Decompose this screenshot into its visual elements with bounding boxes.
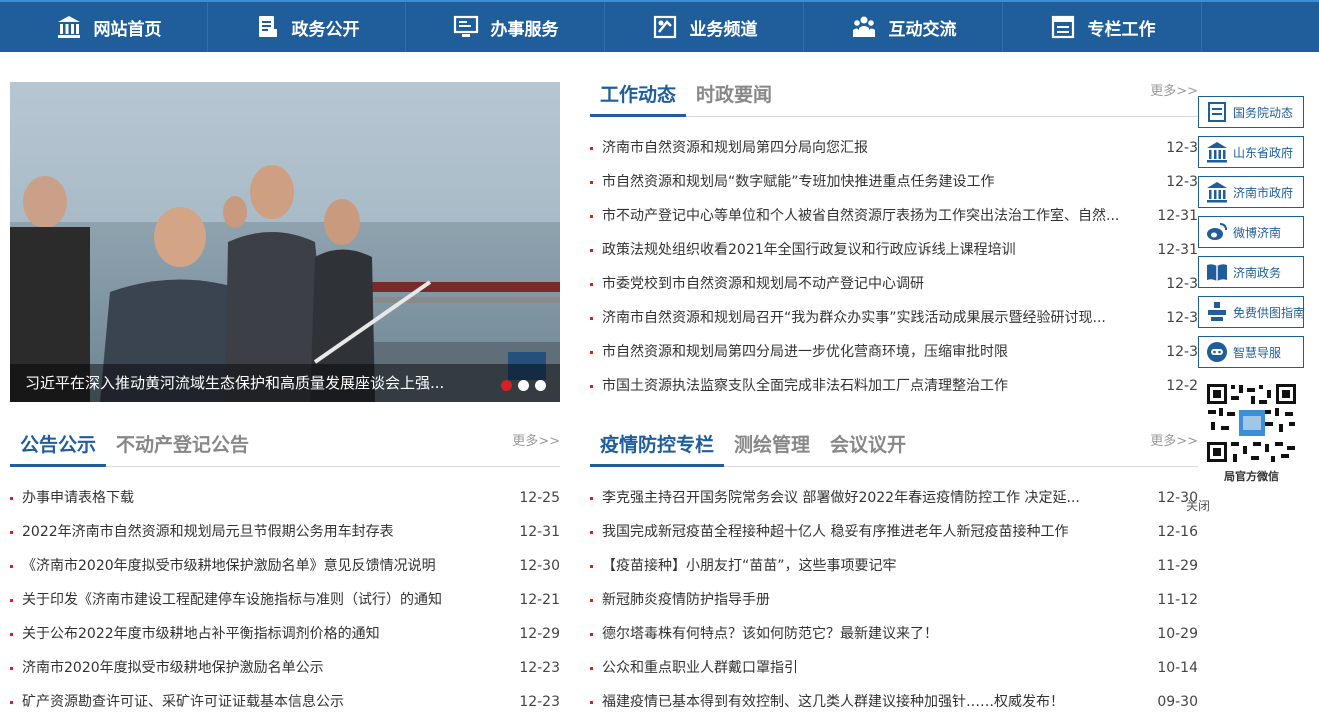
slider-photo: [10, 82, 560, 402]
epidemic-list: 李克强主持召开国务院常务会议 部署做好2022年春运疫情防控工作 决定延... 1…: [590, 481, 1198, 719]
list-item[interactable]: 关于公布2022年度市级耕地占补平衡指标调剂价格的通知 12-29: [10, 617, 560, 651]
more-link[interactable]: 更多>>: [512, 432, 560, 452]
tab-surveying[interactable]: 测绘管理: [734, 432, 810, 464]
list-item[interactable]: 办事申请表格下载 12-25: [10, 481, 560, 515]
list-item[interactable]: 我国完成新冠疫苗全程接种超十亿人 稳妥有序推进老年人新冠疫苗接种工作 12-16: [590, 515, 1198, 549]
list-item[interactable]: 《济南市2020年度拟受市级耕地保护激励名单》意见反馈情况说明 12-30: [10, 549, 560, 583]
nav-label: 业务频道: [689, 19, 758, 40]
more-link[interactable]: 更多>>: [1150, 82, 1198, 102]
list-item[interactable]: 矿产资源勘查许可证、采矿许可证证载基本信息公示 12-23: [10, 685, 560, 719]
epidemic-tabs: 疫情防控专栏 测绘管理 会议议开 更多>>: [590, 432, 1198, 467]
float-link-jinan-gov[interactable]: 济南市政府: [1198, 176, 1304, 208]
nav-label: 专栏工作: [1087, 19, 1156, 40]
float-link-state-council[interactable]: 国务院动态: [1198, 96, 1304, 128]
slider-dots: [501, 380, 546, 391]
slider-dot[interactable]: [535, 380, 546, 391]
document-icon: [254, 14, 280, 40]
float-link-smart-guide[interactable]: 智慧导服: [1198, 336, 1304, 368]
close-float-button[interactable]: 关闭: [1186, 497, 1210, 514]
slider-dot[interactable]: [501, 380, 512, 391]
notice-tabs: 公告公示 不动产登记公告 更多>>: [10, 432, 560, 467]
qr-label: 局官方微信: [1224, 470, 1279, 483]
more-link[interactable]: 更多>>: [1150, 432, 1198, 452]
map-guide-icon: [1205, 300, 1229, 324]
nav-label: 网站首页: [93, 19, 162, 40]
list-item[interactable]: 市委党校到市自然资源和规划局不动产登记中心调研 12-3: [590, 267, 1198, 301]
nav-item-interaction[interactable]: 互动交流: [805, 2, 1003, 52]
channel-icon: [652, 14, 678, 40]
list-item[interactable]: 关于印发《济南市建设工程配建停车设施指标与准则（试行）的通知 12-21: [10, 583, 560, 617]
slider-dot[interactable]: [518, 380, 529, 391]
nav-label: 办事服务: [490, 19, 559, 40]
building-icon: [56, 14, 82, 40]
news-list: 济南市自然资源和规划局第四分局向您汇报 12-3 市自然资源和规划局“数字赋能”专…: [590, 131, 1198, 403]
tab-notices[interactable]: 公告公示: [10, 432, 107, 467]
nav-item-gov-affairs[interactable]: 政务公开: [208, 2, 406, 52]
nav-item-channels[interactable]: 业务频道: [606, 2, 804, 52]
main-nav: 网站首页 政务公开 办事服务 业务频道 互动交流 专栏工作: [0, 0, 1319, 52]
list-item[interactable]: 市国土资源执法监察支队全面完成非法石料加工厂点清理整治工作 12-2: [590, 369, 1198, 403]
column-icon: [1050, 14, 1076, 40]
tab-work-news[interactable]: 工作动态: [590, 82, 687, 117]
slider-caption[interactable]: 习近平在深入推动黄河流域生态保护和高质量发展座谈会上强...: [10, 364, 560, 402]
list-item[interactable]: 公众和重点职业人群戴口罩指引 10-14: [590, 651, 1198, 685]
floating-links: 国务院动态 山东省政府 济南市政府 微博济南 济南政务 免费供图指南 智慧导服: [1198, 96, 1306, 376]
notice-list: 办事申请表格下载 12-25 2022年济南市自然资源和规划局元旦节假期公务用车封…: [10, 481, 560, 719]
robot-icon: [1205, 340, 1229, 364]
list-item[interactable]: 福建疫情已基本得到有效控制、这几类人群建议接种加强针……权威发布！ 09-30: [590, 685, 1198, 719]
list-item[interactable]: 市不动产登记中心等单位和个人被省自然资源厅表扬为工作突出法治工作室、自然... 1…: [590, 199, 1198, 233]
float-link-shandong-gov[interactable]: 山东省政府: [1198, 136, 1304, 168]
gov-building-icon: [1205, 180, 1229, 204]
news-tabs: 工作动态 时政要闻 更多>>: [590, 82, 1198, 117]
list-item[interactable]: 政策法规处组织收看2021年全国行政复议和行政应诉线上课程培训 12-31: [590, 233, 1198, 267]
list-item[interactable]: 济南市自然资源和规划局第四分局向您汇报 12-3: [590, 131, 1198, 165]
list-item[interactable]: 2022年济南市自然资源和规划局元旦节假期公务用车封存表 12-31: [10, 515, 560, 549]
weibo-icon: [1205, 220, 1229, 244]
qr-code: [1205, 382, 1298, 464]
tab-meetings[interactable]: 会议议开: [830, 432, 906, 464]
nav-item-columns[interactable]: 专栏工作: [1004, 2, 1202, 52]
epidemic-panel: 疫情防控专栏 测绘管理 会议议开 更多>> 李克强主持召开国务院常务会议 部署做…: [590, 432, 1198, 719]
tab-epidemic[interactable]: 疫情防控专栏: [590, 432, 725, 467]
book-icon: [1205, 260, 1229, 284]
notice-panel: 公告公示 不动产登记公告 更多>> 办事申请表格下载 12-25 2022年济南市…: [10, 432, 560, 719]
list-item[interactable]: 李克强主持召开国务院常务会议 部署做好2022年春运疫情防控工作 决定延... 1…: [590, 481, 1198, 515]
news-slider[interactable]: 习近平在深入推动黄河流域生态保护和高质量发展座谈会上强...: [10, 82, 560, 402]
monitor-icon: [453, 14, 479, 40]
list-item[interactable]: 【疫苗接种】小朋友打“苗苗”，这些事项要记牢 11-29: [590, 549, 1198, 583]
tab-property-notices[interactable]: 不动产登记公告: [116, 432, 249, 464]
nav-item-home[interactable]: 网站首页: [10, 2, 208, 52]
people-icon: [851, 14, 877, 40]
state-council-icon: [1205, 100, 1229, 124]
float-link-map-guide[interactable]: 免费供图指南: [1198, 296, 1305, 328]
list-item[interactable]: 济南市自然资源和规划局召开“我为群众办实事”实践活动成果展示暨经验研讨现... 1…: [590, 301, 1198, 335]
list-item[interactable]: 新冠肺炎疫情防护指导手册 11-12: [590, 583, 1198, 617]
tab-politics-news[interactable]: 时政要闻: [696, 82, 772, 114]
nav-label: 互动交流: [888, 19, 957, 40]
float-link-weibo[interactable]: 微博济南: [1198, 216, 1304, 248]
nav-item-services[interactable]: 办事服务: [407, 2, 605, 52]
list-item[interactable]: 德尔塔毒株有何特点？该如何防范它？最新建议来了！ 10-29: [590, 617, 1198, 651]
news-panel: 工作动态 时政要闻 更多>> 济南市自然资源和规划局第四分局向您汇报 12-3 市…: [590, 82, 1198, 403]
list-item[interactable]: 市自然资源和规划局第四分局进一步优化营商环境，压缩审批时限 12-3: [590, 335, 1198, 369]
list-item[interactable]: 市自然资源和规划局“数字赋能”专班加快推进重点任务建设工作 12-3: [590, 165, 1198, 199]
gov-building-icon: [1205, 140, 1229, 164]
nav-label: 政务公开: [291, 19, 360, 40]
float-link-jinan-affairs[interactable]: 济南政务: [1198, 256, 1304, 288]
list-item[interactable]: 济南市2020年度拟受市级耕地保护激励名单公示 12-23: [10, 651, 560, 685]
